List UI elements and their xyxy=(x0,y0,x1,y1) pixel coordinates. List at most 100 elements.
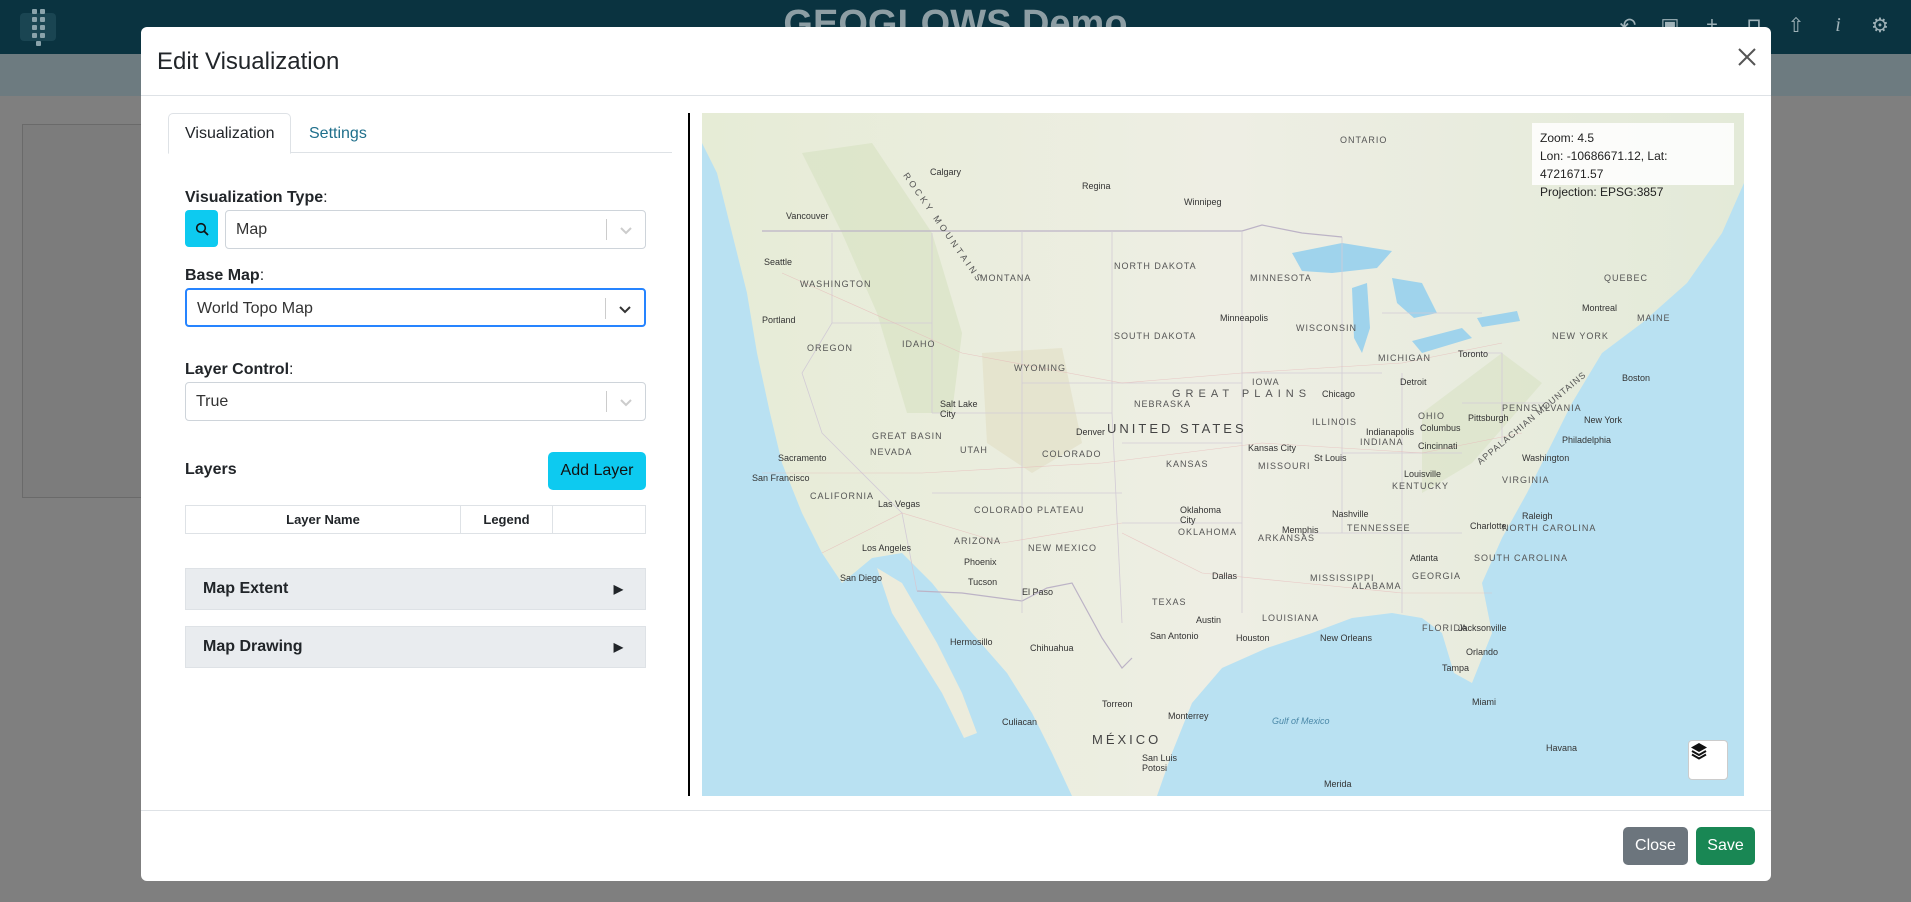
base-map-value: World Topo Map xyxy=(197,300,313,317)
label-city: San Diego xyxy=(840,573,883,583)
label-state: OREGON xyxy=(807,343,854,353)
label-state: MISSOURI xyxy=(1258,461,1311,471)
label-city: Louisville xyxy=(1404,469,1442,479)
layer-control-label-text: Layer Control xyxy=(185,361,290,378)
visualization-type-select[interactable]: Map xyxy=(225,210,646,249)
search-button[interactable] xyxy=(185,210,218,247)
label-state: IOWA xyxy=(1252,377,1280,387)
label-united-states: UNITED STATES xyxy=(1107,421,1247,436)
base-map-select[interactable]: World Topo Map xyxy=(185,288,646,327)
label-city: Nashville xyxy=(1332,509,1369,519)
layer-switcher-button[interactable] xyxy=(1688,740,1728,780)
layers-heading: Layers xyxy=(185,461,237,479)
label-city: Charlotte xyxy=(1470,521,1507,531)
label-mexico: MÉXICO xyxy=(1092,732,1162,747)
tab-settings[interactable]: Settings xyxy=(293,113,383,154)
add-layer-button[interactable]: Add Layer xyxy=(548,452,646,490)
upload-icon[interactable]: ⇧ xyxy=(1779,8,1813,42)
label-city: Monterrey xyxy=(1168,711,1209,721)
chevron-down-icon xyxy=(620,399,632,407)
label-state: OKLAHOMA xyxy=(1178,527,1238,537)
label-state: ONTARIO xyxy=(1340,135,1388,145)
label-city: Detroit xyxy=(1400,377,1427,387)
label-city: Merida xyxy=(1324,779,1352,789)
label-city: San Luis Potosi xyxy=(1142,753,1178,773)
label-city: Vancouver xyxy=(786,211,829,221)
label-state: NEVADA xyxy=(870,447,913,457)
label-city: Montreal xyxy=(1582,303,1618,313)
label-city: St Louis xyxy=(1314,453,1347,463)
label-state: KANSAS xyxy=(1166,459,1209,469)
label-state: OHIO xyxy=(1418,411,1446,421)
label-great-basin: GREAT BASIN xyxy=(872,431,943,441)
label-state: IDAHO xyxy=(902,339,936,349)
modal-header: Edit Visualization xyxy=(141,27,1771,96)
close-icon[interactable] xyxy=(1733,43,1761,71)
save-button[interactable]: Save xyxy=(1696,827,1755,865)
gear-icon[interactable]: ⚙ xyxy=(1863,8,1897,42)
label-state: ARIZONA xyxy=(954,536,1002,546)
label-city: Minneapolis xyxy=(1220,313,1269,323)
label-city: New York xyxy=(1584,415,1623,425)
label-city: Memphis xyxy=(1282,525,1319,535)
map-extent-title: Map Extent xyxy=(203,580,289,597)
label-city: Chihuahua xyxy=(1030,643,1074,653)
label-city: Havana xyxy=(1546,743,1578,753)
base-map-label-text: Base Map xyxy=(185,267,260,284)
visualization-type-label-text: Visualization Type xyxy=(185,189,324,206)
expand-arrow-icon: ▶ xyxy=(613,582,623,596)
column-actions xyxy=(553,506,645,533)
label-city: Las Vegas xyxy=(878,499,921,509)
layers-heading-text: Layers xyxy=(185,461,237,478)
tab-bar: Visualization Settings xyxy=(168,113,672,154)
layer-control-value: True xyxy=(196,393,229,410)
label-city: Kansas City xyxy=(1248,443,1297,453)
layer-control-select[interactable]: True xyxy=(185,382,646,421)
lonlat-readout: Lon: -10686671.12, Lat: 4721671.57 xyxy=(1540,149,1668,181)
label-city: Tampa xyxy=(1442,663,1470,673)
label-city: San Francisco xyxy=(752,473,810,483)
close-button[interactable]: Close xyxy=(1623,827,1688,865)
modal-footer: Close Save xyxy=(141,810,1771,881)
info-icon[interactable]: i xyxy=(1821,8,1855,42)
expand-arrow-icon: ▶ xyxy=(613,640,623,654)
label-city: Dallas xyxy=(1212,571,1238,581)
label-city: New Orleans xyxy=(1320,633,1373,643)
map-preview[interactable]: UNITED STATES MÉXICO GREAT PLAINS ROCKY … xyxy=(702,113,1744,796)
label-city: Phoenix xyxy=(964,557,997,567)
label-state: CALIFORNIA xyxy=(810,491,875,501)
map-drawing-accordion[interactable]: Map Drawing ▶ xyxy=(185,626,646,668)
label-city: Seattle xyxy=(764,257,793,267)
label-city: Columbus xyxy=(1420,423,1461,433)
label-state: NORTH CAROLINA xyxy=(1502,523,1597,533)
tab-visualization[interactable]: Visualization xyxy=(168,113,291,154)
column-layer-name: Layer Name xyxy=(186,506,461,533)
map-extent-accordion[interactable]: Map Extent ▶ xyxy=(185,568,646,610)
label-state: SOUTH DAKOTA xyxy=(1114,331,1197,341)
topo-basemap xyxy=(702,113,1744,796)
label-state: INDIANA xyxy=(1360,437,1404,447)
label-city: Toronto xyxy=(1458,349,1489,359)
label-state: LOUISIANA xyxy=(1262,613,1320,623)
map-coordinate-readout: Zoom: 4.5 Lon: -10686671.12, Lat: 472167… xyxy=(1532,123,1734,199)
label-city: Calgary xyxy=(930,167,962,177)
label-state: TEXAS xyxy=(1152,597,1187,607)
label-state: GEORGIA xyxy=(1412,571,1462,581)
label-city: Portland xyxy=(762,315,796,325)
visualization-type-value: Map xyxy=(236,221,268,238)
label-state: MAINE xyxy=(1637,313,1671,323)
label-state: WASHINGTON xyxy=(800,279,872,289)
label-city: Boston xyxy=(1622,373,1651,383)
edit-visualization-modal: Edit Visualization Visualization Setting… xyxy=(141,27,1771,881)
label-city: Sacramento xyxy=(778,453,827,463)
label-state: UTAH xyxy=(960,445,988,455)
label-state: COLORADO xyxy=(1042,449,1102,459)
label-city: Miami xyxy=(1472,697,1496,707)
label-city: Winnipeg xyxy=(1184,197,1222,207)
projection-readout: Projection: EPSG:3857 xyxy=(1540,185,1664,199)
label-state: TENNESSEE xyxy=(1347,523,1411,533)
label-city: Hermosillo xyxy=(950,637,993,647)
search-icon xyxy=(195,222,209,236)
layers-table-header: Layer Name Legend xyxy=(185,505,646,534)
modal-title: Edit Visualization xyxy=(157,48,340,75)
